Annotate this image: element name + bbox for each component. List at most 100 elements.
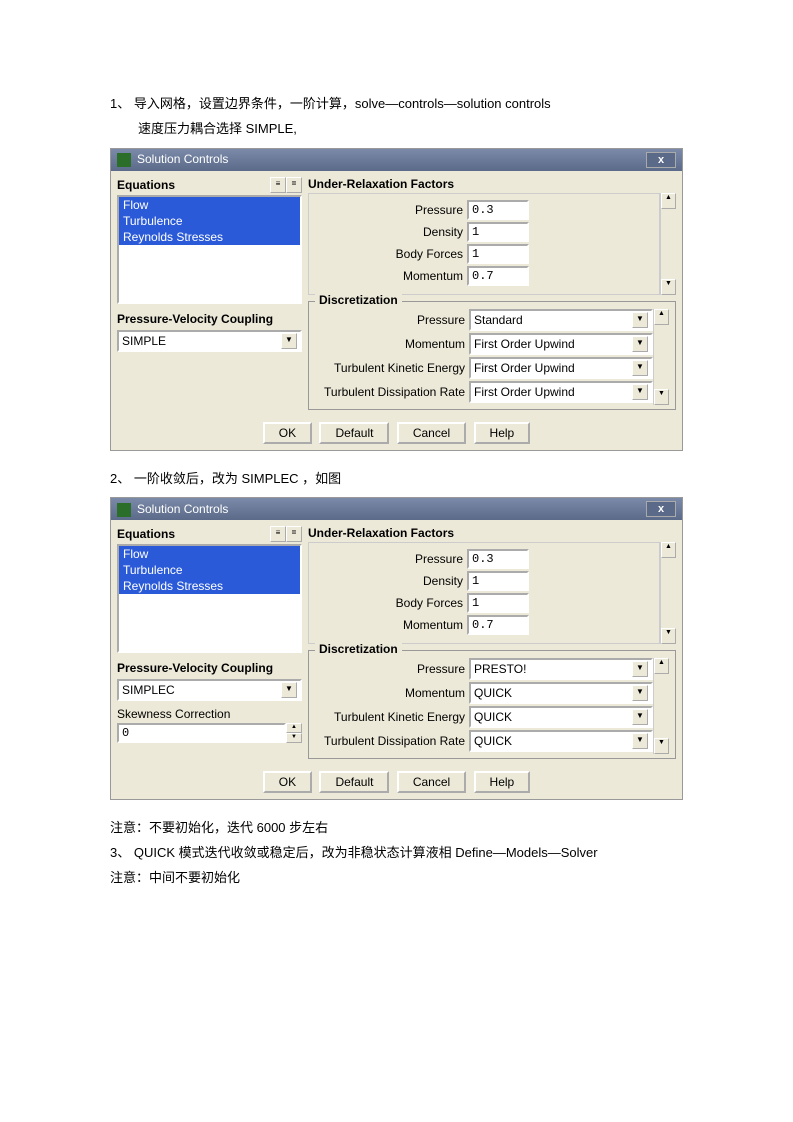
urf-scrollbar[interactable]: ▲▼: [660, 542, 676, 644]
doc-line-3: 3、 QUICK 模式迭代收敛或稳定后，改为非稳状态计算液相 Define—Mo…: [110, 843, 683, 864]
text: 一阶收敛后，改为 SIMPLEC ，如图: [134, 471, 341, 486]
list-item[interactable]: Turbulence: [119, 213, 300, 229]
button-row: OK Default Cancel Help: [111, 765, 682, 799]
disc-pressure-label: Pressure: [315, 662, 469, 676]
chevron-down-icon[interactable]: ▼: [632, 384, 648, 400]
doc-line-2: 2、 一阶收敛后，改为 SIMPLEC ，如图: [110, 469, 683, 490]
chevron-down-icon[interactable]: ▼: [632, 360, 648, 376]
disc-momentum-select[interactable]: First Order Upwind▼: [469, 333, 653, 355]
disc-pressure-label: Pressure: [315, 313, 469, 327]
deselect-icon[interactable]: =: [286, 177, 302, 193]
equations-label: Equations ≡=: [117, 177, 302, 193]
disc-tke-select[interactable]: First Order Upwind▼: [469, 357, 653, 379]
chevron-down-icon[interactable]: ▼: [281, 333, 297, 349]
momentum-input[interactable]: 0.7: [467, 266, 529, 286]
ok-button[interactable]: OK: [263, 422, 312, 444]
pv-coupling-select[interactable]: SIMPLEC ▼: [117, 679, 302, 701]
disc-tke-select[interactable]: QUICK▼: [469, 706, 653, 728]
chevron-down-icon[interactable]: ▼: [632, 312, 648, 328]
momentum-input[interactable]: 0.7: [467, 615, 529, 635]
select-all-icon[interactable]: ≡: [270, 177, 286, 193]
disc-tdr-select[interactable]: QUICK▼: [469, 730, 653, 752]
button-row: OK Default Cancel Help: [111, 416, 682, 450]
text: 导入网格，设置边界条件，一阶计算，solve—controls—solution…: [134, 96, 551, 111]
urf-scrollbar[interactable]: ▲▼: [660, 193, 676, 295]
disc-tdr-label: Turbulent Dissipation Rate: [315, 734, 469, 748]
disc-scrollbar[interactable]: ▲▼: [653, 658, 669, 754]
cancel-button[interactable]: Cancel: [397, 422, 466, 444]
skewness-input[interactable]: 0: [117, 723, 286, 743]
list-item[interactable]: Turbulence: [119, 562, 300, 578]
density-label: Density: [313, 574, 467, 588]
momentum-label: Momentum: [313, 618, 467, 632]
chevron-down-icon[interactable]: ▼: [632, 661, 648, 677]
body-forces-label: Body Forces: [313, 596, 467, 610]
pv-coupling-select[interactable]: SIMPLE ▼: [117, 330, 302, 352]
list-item[interactable]: Reynolds Stresses: [119, 229, 300, 245]
titlebar: Solution Controls x: [111, 498, 682, 520]
equations-listbox[interactable]: Flow Turbulence Reynolds Stresses: [117, 195, 302, 304]
equations-label: Equations ≡=: [117, 526, 302, 542]
deselect-icon[interactable]: =: [286, 526, 302, 542]
discretization-group: Discretization PressurePRESTO!▼ Momentum…: [308, 650, 676, 759]
chevron-down-icon[interactable]: ▼: [632, 685, 648, 701]
doc-note-1: 注意：不要初始化，迭代 6000 步左右: [110, 818, 683, 839]
list-item[interactable]: Flow: [119, 546, 300, 562]
help-button[interactable]: Help: [474, 771, 531, 793]
disc-momentum-select[interactable]: QUICK▼: [469, 682, 653, 704]
doc-note-2: 注意：中间不要初始化: [110, 868, 683, 889]
close-button[interactable]: x: [646, 501, 676, 517]
body-forces-label: Body Forces: [313, 247, 467, 261]
pv-value: SIMPLE: [122, 334, 166, 348]
density-input[interactable]: 1: [467, 571, 529, 591]
pressure-input[interactable]: 0.3: [467, 549, 529, 569]
body-forces-input[interactable]: 1: [467, 244, 529, 264]
urf-label: Under-Relaxation Factors: [308, 526, 676, 540]
disc-legend: Discretization: [315, 293, 402, 307]
skewness-label: Skewness Correction: [117, 707, 302, 721]
disc-tdr-label: Turbulent Dissipation Rate: [315, 385, 469, 399]
chevron-down-icon[interactable]: ▼: [632, 336, 648, 352]
app-icon: [117, 503, 131, 517]
disc-scrollbar[interactable]: ▲▼: [653, 309, 669, 405]
pressure-input[interactable]: 0.3: [467, 200, 529, 220]
pv-coupling-label: Pressure-Velocity Coupling: [117, 661, 302, 675]
disc-pressure-select[interactable]: Standard▼: [469, 309, 653, 331]
skewness-spinner[interactable]: ▲▼: [286, 723, 302, 743]
momentum-label: Momentum: [313, 269, 467, 283]
doc-line-1: 1、 导入网格，设置边界条件，一阶计算，solve—controls—solut…: [110, 94, 683, 115]
title-text: Solution Controls: [137, 502, 228, 516]
cancel-button[interactable]: Cancel: [397, 771, 466, 793]
urf-label: Under-Relaxation Factors: [308, 177, 676, 191]
title-text: Solution Controls: [137, 152, 228, 166]
body-forces-input[interactable]: 1: [467, 593, 529, 613]
chevron-down-icon[interactable]: ▼: [281, 682, 297, 698]
solution-controls-dialog-1: Solution Controls x Equations ≡= Flow Tu…: [110, 148, 683, 451]
density-input[interactable]: 1: [467, 222, 529, 242]
list-item[interactable]: Flow: [119, 197, 300, 213]
pressure-label: Pressure: [313, 203, 467, 217]
pressure-label: Pressure: [313, 552, 467, 566]
pv-value: SIMPLEC: [122, 683, 175, 697]
default-button[interactable]: Default: [319, 771, 389, 793]
chevron-down-icon[interactable]: ▼: [632, 709, 648, 725]
list-item[interactable]: Reynolds Stresses: [119, 578, 300, 594]
ok-button[interactable]: OK: [263, 771, 312, 793]
disc-tke-label: Turbulent Kinetic Energy: [315, 710, 469, 724]
text: QUICK 模式迭代收敛或稳定后，改为非稳状态计算液相 Define—Model…: [134, 845, 598, 860]
close-button[interactable]: x: [646, 152, 676, 168]
default-button[interactable]: Default: [319, 422, 389, 444]
disc-legend: Discretization: [315, 642, 402, 656]
select-all-icon[interactable]: ≡: [270, 526, 286, 542]
chevron-down-icon[interactable]: ▼: [632, 733, 648, 749]
equations-listbox[interactable]: Flow Turbulence Reynolds Stresses: [117, 544, 302, 653]
pv-coupling-label: Pressure-Velocity Coupling: [117, 312, 302, 326]
num: 2、: [110, 471, 130, 486]
solution-controls-dialog-2: Solution Controls x Equations ≡= Flow Tu…: [110, 497, 683, 800]
help-button[interactable]: Help: [474, 422, 531, 444]
disc-pressure-select[interactable]: PRESTO!▼: [469, 658, 653, 680]
app-icon: [117, 153, 131, 167]
disc-tdr-select[interactable]: First Order Upwind▼: [469, 381, 653, 403]
density-label: Density: [313, 225, 467, 239]
disc-momentum-label: Momentum: [315, 686, 469, 700]
